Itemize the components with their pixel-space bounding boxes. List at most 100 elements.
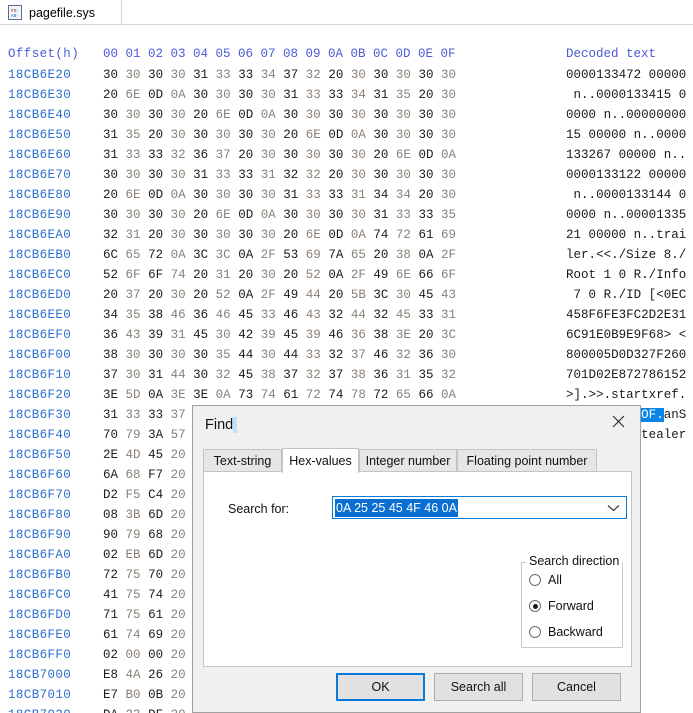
cancel-button[interactable]: Cancel — [532, 673, 621, 701]
hex-byte[interactable]: 0A — [148, 388, 163, 402]
hex-byte[interactable]: 30 — [418, 128, 433, 142]
hex-byte[interactable]: 30 — [193, 188, 208, 202]
hex-byte[interactable]: 20 — [373, 248, 388, 262]
hex-row[interactable]: 18CB6ED0 20 37 20 30 20 52 0A 2F 49 44 20… — [0, 285, 693, 305]
hex-byte[interactable]: 66 — [418, 268, 433, 282]
close-icon[interactable] — [596, 406, 640, 437]
hex-byte[interactable]: 32 — [103, 228, 118, 242]
hex-byte[interactable]: 31 — [193, 168, 208, 182]
hex-byte[interactable]: 45 — [148, 448, 163, 462]
hex-byte[interactable]: 2F — [351, 268, 366, 282]
hex-byte[interactable]: 20 — [171, 608, 186, 622]
hex-byte[interactable]: 72 — [306, 388, 321, 402]
hex-byte[interactable]: 0A — [351, 128, 366, 142]
hex-byte[interactable]: 30 — [351, 68, 366, 82]
row-bytes[interactable]: 36 43 39 31 45 30 42 39 45 39 46 36 38 3… — [103, 325, 456, 345]
hex-row[interactable]: 18CB6EE0 34 35 38 46 36 46 45 33 46 43 32… — [0, 305, 693, 325]
hex-byte[interactable]: B0 — [126, 688, 141, 702]
hex-byte[interactable]: 65 — [126, 248, 141, 262]
hex-byte[interactable]: 6E — [396, 268, 411, 282]
hex-byte[interactable]: 72 — [103, 568, 118, 582]
hex-byte[interactable]: 30 — [396, 68, 411, 82]
hex-row[interactable]: 18CB6E30 20 6E 0D 0A 30 30 30 30 31 33 33… — [0, 85, 693, 105]
hex-byte[interactable]: 30 — [126, 108, 141, 122]
hex-byte[interactable]: 31 — [373, 208, 388, 222]
hex-byte[interactable]: 34 — [396, 188, 411, 202]
hex-byte[interactable]: 5D — [126, 388, 141, 402]
tab-hex-values[interactable]: Hex-values — [282, 448, 359, 473]
hex-byte[interactable]: 20 — [238, 148, 253, 162]
hex-byte[interactable]: 41 — [103, 588, 118, 602]
hex-byte[interactable]: 35 — [126, 128, 141, 142]
hex-byte[interactable]: 65 — [396, 388, 411, 402]
hex-byte[interactable]: 30 — [396, 288, 411, 302]
hex-byte[interactable]: 08 — [103, 508, 118, 522]
row-decoded-text[interactable]: 0000133472 00000 — [566, 65, 686, 85]
hex-byte[interactable]: 31 — [396, 368, 411, 382]
hex-byte[interactable]: 69 — [441, 228, 456, 242]
hex-byte[interactable]: 38 — [261, 368, 276, 382]
hex-byte[interactable]: 61 — [418, 228, 433, 242]
hex-byte[interactable]: 37 — [216, 148, 231, 162]
hex-byte[interactable]: 70 — [103, 428, 118, 442]
hex-byte[interactable]: 30 — [238, 128, 253, 142]
hex-byte[interactable]: 31 — [148, 368, 163, 382]
hex-byte[interactable]: 30 — [441, 108, 456, 122]
hex-byte[interactable]: 20 — [418, 188, 433, 202]
hex-byte[interactable]: 3C — [441, 328, 456, 342]
hex-byte[interactable]: 52 — [103, 268, 118, 282]
hex-byte[interactable]: 45 — [238, 368, 253, 382]
hex-byte[interactable]: 30 — [261, 268, 276, 282]
hex-byte[interactable]: 39 — [148, 328, 163, 342]
hex-byte[interactable]: 0A — [238, 248, 253, 262]
hex-byte[interactable]: 38 — [148, 308, 163, 322]
hex-byte[interactable]: 30 — [373, 168, 388, 182]
hex-byte[interactable]: 30 — [283, 208, 298, 222]
hex-byte[interactable]: 32 — [328, 308, 343, 322]
hex-byte[interactable]: 20 — [148, 228, 163, 242]
hex-byte[interactable]: 31 — [283, 188, 298, 202]
hex-byte[interactable]: 6F — [148, 268, 163, 282]
hex-byte[interactable]: 61 — [103, 628, 118, 642]
hex-byte[interactable]: 20 — [171, 488, 186, 502]
hex-byte[interactable]: 74 — [261, 388, 276, 402]
hex-byte[interactable]: 30 — [171, 128, 186, 142]
hex-byte[interactable]: 2F — [261, 288, 276, 302]
hex-byte[interactable]: 6E — [216, 208, 231, 222]
row-decoded-text[interactable]: 6C91E0B9E9F68> < — [566, 325, 686, 345]
hex-byte[interactable]: 6D — [148, 548, 163, 562]
hex-byte[interactable]: 20 — [171, 648, 186, 662]
hex-byte[interactable]: 30 — [328, 148, 343, 162]
row-bytes[interactable]: 52 6F 6F 74 20 31 20 30 20 52 0A 2F 49 6… — [103, 265, 456, 285]
hex-byte[interactable]: 3E — [103, 388, 118, 402]
hex-byte[interactable]: 0A — [238, 288, 253, 302]
hex-byte[interactable]: 20 — [193, 108, 208, 122]
hex-byte[interactable]: 26 — [148, 668, 163, 682]
hex-byte[interactable]: 33 — [238, 68, 253, 82]
hex-byte[interactable]: 66 — [418, 388, 433, 402]
hex-byte[interactable]: 30 — [148, 168, 163, 182]
hex-byte[interactable]: 46 — [283, 308, 298, 322]
hex-byte[interactable]: 30 — [216, 128, 231, 142]
hex-byte[interactable]: 30 — [261, 128, 276, 142]
hex-byte[interactable]: 33 — [126, 148, 141, 162]
hex-byte[interactable]: 34 — [351, 88, 366, 102]
hex-byte[interactable]: 20 — [171, 668, 186, 682]
hex-byte[interactable]: 38 — [351, 368, 366, 382]
hex-byte[interactable]: 33 — [148, 148, 163, 162]
hex-row[interactable]: 18CB6EF0 36 43 39 31 45 30 42 39 45 39 46… — [0, 325, 693, 345]
row-decoded-text[interactable]: 0000133122 00000 — [566, 165, 686, 185]
hex-row[interactable]: 18CB6EC0 52 6F 6F 74 20 31 20 30 20 52 0A… — [0, 265, 693, 285]
row-bytes[interactable]: 34 35 38 46 36 46 45 33 46 43 32 44 32 4… — [103, 305, 456, 325]
hex-byte[interactable]: 20 — [103, 288, 118, 302]
hex-byte[interactable]: 31 — [103, 148, 118, 162]
hex-byte[interactable]: F5 — [126, 488, 141, 502]
hex-byte[interactable]: 79 — [126, 428, 141, 442]
hex-byte[interactable]: 33 — [238, 168, 253, 182]
hex-byte[interactable]: 44 — [238, 348, 253, 362]
hex-byte[interactable]: 3E — [171, 388, 186, 402]
hex-byte[interactable]: 61 — [283, 388, 298, 402]
row-bytes[interactable]: 31 33 33 32 36 37 20 30 30 30 30 30 20 6… — [103, 145, 456, 165]
hex-byte[interactable]: 44 — [306, 288, 321, 302]
hex-byte[interactable]: 31 — [283, 88, 298, 102]
